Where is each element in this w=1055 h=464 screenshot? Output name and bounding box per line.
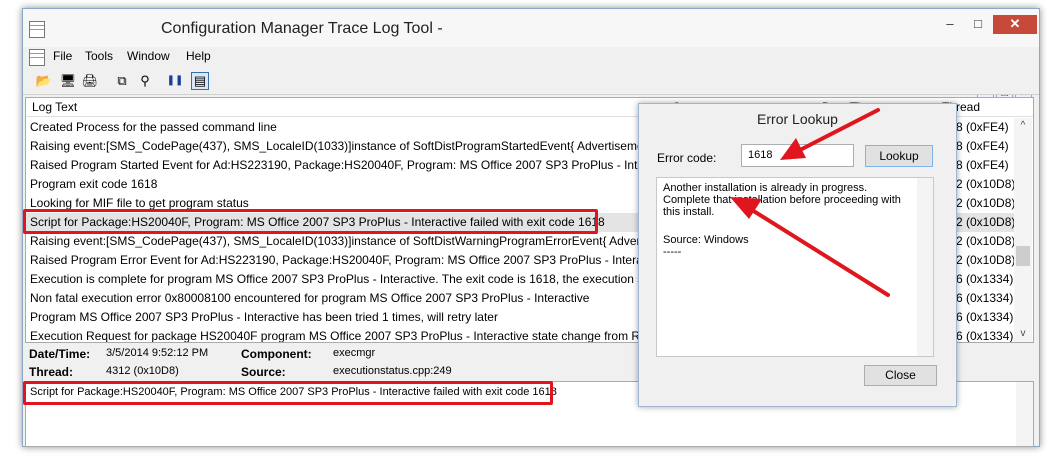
log-text-cell: Execution Request for package HS20040F p… [30,329,670,342]
log-text-cell: Non fatal execution error 0x80008100 enc… [30,291,590,305]
scroll-up-icon[interactable]: ^ [1014,118,1032,134]
close-button[interactable]: ✕ [993,15,1037,34]
app-log-icon[interactable] [29,21,45,38]
error-description-line: Complete that installation before procee… [663,194,901,206]
message-scrollbar[interactable] [1016,382,1033,446]
menu-file[interactable]: File [53,49,72,63]
document-icon[interactable] [29,49,45,66]
datetime-value: 3/5/2014 9:52:12 PM [106,347,209,359]
datetime-label: Date/Time: [29,347,91,361]
thread-cell: 6 (0x1334) [956,291,1014,305]
toolbar: 📂 🖥 🖨 ⧉ ⚲ ❚❚ ▤ [23,68,1039,95]
menu-window[interactable]: Window [127,49,170,63]
log-text-cell: Program MS Office 2007 SP3 ProPlus - Int… [30,310,498,324]
highlight-icon[interactable]: ▤ [191,72,209,90]
thread-cell: 6 (0x1334) [956,310,1014,324]
thread-cell: 8 (0xFE4) [956,139,1009,153]
log-text-cell: Raising event:[SMS_CodePage(437), SMS_Lo… [30,139,664,153]
log-text-cell: Raised Program Error Event for Ad:HS2231… [30,253,668,267]
component-label: Component: [241,347,312,361]
menu-tools[interactable]: Tools [85,49,113,63]
source-label: Source: [241,365,286,379]
close-dialog-button[interactable]: Close [864,365,937,386]
log-scrollbar[interactable]: ^ v [1014,118,1032,342]
source-value: executionstatus.cpp:249 [333,365,452,377]
error-separator-line: ----- [663,246,682,258]
thread-cell: 2 (0x10D8) [956,234,1014,248]
window-title: Configuration Manager Trace Log Tool - [161,20,443,37]
thread-cell: 2 (0x10D8) [956,177,1014,191]
log-text-cell: Program exit code 1618 [30,177,158,191]
computer-icon[interactable]: 🖥 [59,72,77,90]
scroll-thumb[interactable] [1016,246,1030,266]
thread-cell: 2 (0x10D8) [956,196,1014,210]
log-text-cell: Raising event:[SMS_CodePage(437), SMS_Lo… [30,234,683,248]
scroll-down-icon[interactable]: v [1014,326,1032,342]
description-scrollbar[interactable] [917,178,933,356]
thread-cell: 8 (0xFE4) [956,120,1009,134]
component-value: execmgr [333,347,376,359]
thread-cell: 2 (0x10D8) [956,215,1014,229]
title-bar[interactable]: Configuration Manager Trace Log Tool - –… [23,9,1039,47]
log-text-cell: Execution is complete for program MS Off… [30,272,670,286]
thread-cell: 6 (0x1334) [956,272,1014,286]
print-icon[interactable]: 🖨 [81,72,99,90]
thread-label: Thread: [29,365,74,379]
error-description-line: Another installation is already in progr… [663,182,868,194]
minimize-button[interactable]: – [937,15,963,34]
copy-icon[interactable]: ⧉ [113,72,131,90]
lookup-button[interactable]: Lookup [865,145,933,167]
dialog-title[interactable]: Error Lookup [639,104,956,134]
maximize-button[interactable]: □ [965,15,991,34]
error-code-input[interactable]: 1618 [741,144,854,167]
open-folder-icon[interactable]: 📂 [35,72,53,90]
error-description-line: this install. [663,206,715,218]
error-source-line: Source: Windows [663,234,749,246]
highlight-box-selected-row [23,209,598,234]
error-code-label: Error code: [657,151,717,165]
log-text-cell: Raised Program Started Event for Ad:HS22… [30,158,680,172]
column-header-log-text[interactable]: Log Text [26,98,666,117]
thread-value: 4312 (0x10D8) [106,365,179,377]
thread-cell: 2 (0x10D8) [956,253,1014,267]
error-lookup-dialog: Error Lookup Error code: 1618 Lookup Ano… [638,103,957,407]
find-icon[interactable]: ⚲ [136,72,154,90]
log-text-cell: Created Process for the passed command l… [30,120,277,134]
menu-bar: File Tools Window Help – ❐ ✕ [23,47,1039,102]
highlight-box-message [23,381,553,405]
error-description-box[interactable]: Another installation is already in progr… [656,177,934,357]
pause-icon[interactable]: ❚❚ [166,72,184,90]
menu-help[interactable]: Help [186,49,211,63]
thread-cell: 8 (0xFE4) [956,158,1009,172]
thread-cell: 6 (0x1334) [956,329,1014,342]
